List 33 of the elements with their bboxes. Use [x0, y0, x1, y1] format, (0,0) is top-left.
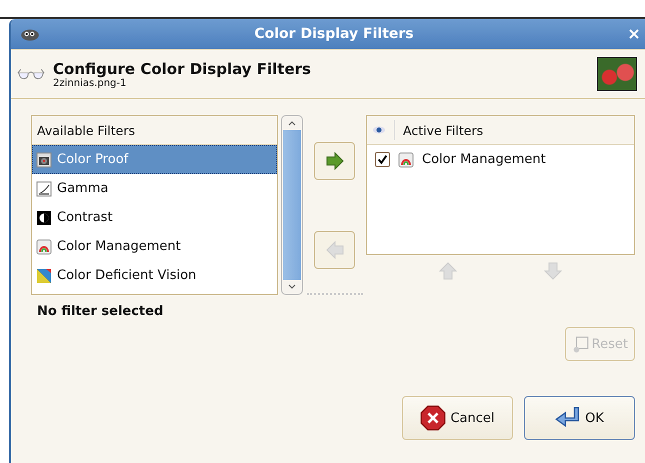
filter-item[interactable]: Color Management: [32, 232, 277, 261]
column-header[interactable]: Active Filters: [403, 122, 484, 138]
down-arrow-icon: [542, 261, 563, 281]
color-triangle-icon: [36, 268, 52, 284]
close-icon[interactable]: [627, 27, 641, 41]
contrast-icon: [36, 210, 52, 226]
eyeglasses-icon: [17, 67, 45, 81]
rainbow-arc-icon: [398, 152, 414, 168]
image-name: 2zinnias.png-1: [53, 78, 128, 88]
cancel-icon: [420, 405, 446, 431]
scrollbar[interactable]: [281, 115, 303, 295]
scroll-down-icon[interactable]: [287, 284, 297, 290]
left-arrow-icon: [324, 240, 344, 260]
curve-icon: [36, 180, 52, 196]
camera-icon: [36, 152, 52, 168]
filter-item[interactable]: Gamma: [32, 174, 277, 203]
up-arrow-icon: [438, 261, 458, 281]
rainbow-arc-icon: [36, 238, 52, 254]
checkbox[interactable]: [375, 152, 390, 167]
filter-item[interactable]: Contrast: [32, 203, 277, 232]
right-arrow-icon: [324, 151, 344, 171]
status-text: No filter selected: [37, 304, 164, 319]
scroll-up-icon[interactable]: [287, 120, 297, 126]
filter-item[interactable]: Color Management: [422, 152, 546, 167]
filter-item[interactable]: Color Deficient Vision: [32, 261, 277, 290]
window-title: Color Display Filters: [253, 26, 415, 42]
ok-button[interactable]: OK: [524, 396, 635, 440]
reset-icon: [572, 335, 590, 353]
cancel-button[interactable]: Cancel: [402, 396, 513, 440]
image-thumbnail: [597, 57, 637, 91]
header-title: Configure Color Display Filters: [53, 60, 312, 78]
add-filter-button[interactable]: [314, 142, 355, 180]
eye-icon: [372, 126, 386, 134]
